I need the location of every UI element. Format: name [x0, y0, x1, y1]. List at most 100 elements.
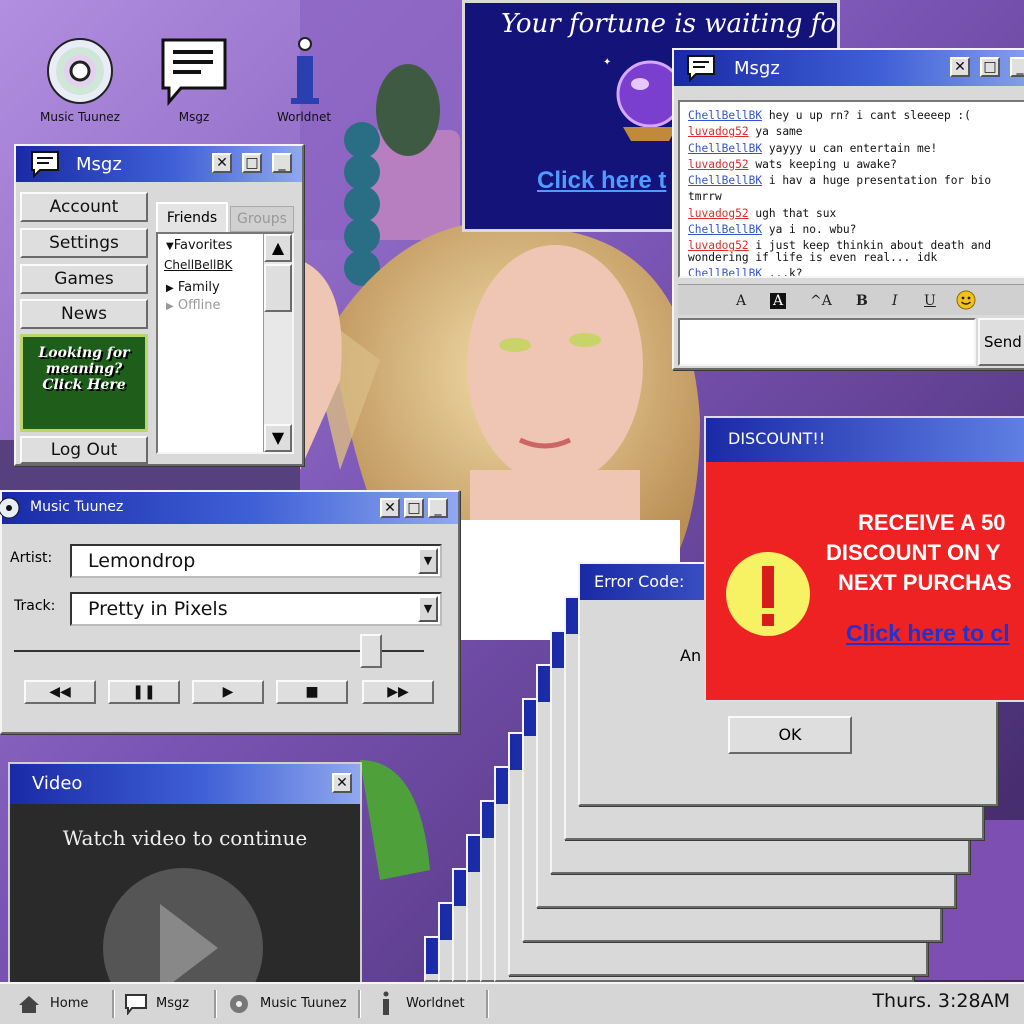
close-button[interactable]: ✕ — [380, 498, 400, 518]
minimize-button[interactable]: _ — [1010, 57, 1024, 77]
chat-message: luvadog52 i just keep thinkin about deat… — [688, 240, 1024, 264]
tree-node-favorites[interactable]: ▼Favorites — [166, 238, 232, 253]
track-value: Pretty in Pixels — [88, 598, 228, 620]
fortune-cta-link[interactable]: Click here t — [537, 167, 666, 195]
chat-message: luvadog52 ugh that sux — [688, 206, 1024, 222]
minimize-button[interactable]: _ — [428, 498, 448, 518]
error-text: An — [680, 646, 702, 665]
chat-message: luvadog52 ya same — [688, 124, 1024, 140]
message-icon — [125, 994, 147, 1015]
track-select[interactable]: Pretty in Pixels ▼ — [70, 592, 442, 626]
title-bar[interactable]: Music Tuunez ✕ □ _ — [0, 492, 458, 524]
font-size-button[interactable]: A — [736, 293, 746, 309]
close-button[interactable]: ✕ — [212, 153, 232, 173]
screen-name: luvadog52 — [688, 157, 749, 171]
window-title: Msgz — [76, 154, 122, 175]
scroll-up-arrow[interactable]: ▲ — [264, 234, 292, 262]
stop-button[interactable]: ■ — [276, 680, 348, 704]
taskbar-label: Msgz — [156, 996, 190, 1011]
taskbar-home[interactable]: Home — [14, 988, 114, 1020]
message-input[interactable] — [678, 318, 976, 366]
window-title: Error Code: — [594, 572, 685, 591]
tree-node-offline[interactable]: ▶ Offline — [166, 298, 221, 313]
underline-button[interactable]: U — [924, 293, 936, 309]
taskbar: Home Msgz Music Tuunez Worldnet Thurs. 3… — [0, 982, 1024, 1024]
rewind-button[interactable]: ◀◀ — [24, 680, 96, 704]
tree-node-family[interactable]: ▶ Family — [166, 280, 220, 295]
taskbar-label: Home — [50, 996, 89, 1011]
disc-icon — [230, 995, 248, 1013]
minimize-button[interactable]: _ — [272, 153, 292, 173]
news-button[interactable]: News — [20, 299, 148, 329]
msgz-chat-window: Msgz ✕ □ _ ChellBellBK hey u up rn? i ca… — [672, 48, 1024, 370]
home-icon — [19, 996, 39, 1013]
ad-text: Looking for meaning? Click Here — [38, 345, 130, 393]
discount-line: NEXT PURCHAS — [838, 570, 1012, 595]
scroll-thumb[interactable] — [264, 264, 292, 312]
message-text: ugh that sux — [755, 206, 837, 220]
warning-icon — [726, 552, 810, 636]
account-button[interactable]: Account — [20, 192, 148, 222]
chevron-down-icon[interactable]: ▼ — [418, 596, 438, 622]
maximize-button[interactable]: □ — [404, 498, 424, 518]
taskbar-msgz[interactable]: Msgz — [120, 988, 216, 1020]
play-button[interactable]: ▶ — [192, 680, 264, 704]
desktop: Music Tuunez Msgz Worldnet Msgz ✕ □ _ Ac… — [0, 0, 1024, 1024]
scroll-down-arrow[interactable]: ▼ — [264, 424, 292, 452]
taskbar-music-tuunez[interactable]: Music Tuunez — [224, 988, 360, 1020]
games-button[interactable]: Games — [20, 264, 148, 294]
artist-value: Lemondrop — [88, 550, 196, 572]
logout-button[interactable]: Log Out — [20, 436, 148, 464]
tab-friends[interactable]: Friends — [156, 202, 228, 232]
message-text: ya i no. wbu? — [768, 223, 857, 237]
message-text: ya same — [755, 125, 803, 139]
discount-link[interactable]: Click here to cl — [846, 620, 1010, 647]
ok-button[interactable]: OK — [728, 716, 852, 754]
chat-message: ChellBellBK yayyy u can entertain me! — [688, 141, 1024, 157]
send-button[interactable]: Send — [978, 318, 1024, 366]
scrollbar[interactable]: ▲ ▼ — [263, 234, 292, 452]
window-title: DISCOUNT!! — [728, 429, 826, 448]
settings-button[interactable]: Settings — [20, 228, 148, 258]
buddy-list: ▼Favorites ChellBellBK ▶ Family ▶ Offlin… — [156, 232, 294, 454]
superscript-button[interactable]: ^A — [810, 293, 832, 309]
title-bar[interactable]: Msgz ✕ □ _ — [674, 50, 1024, 86]
buddy-chellbellbk[interactable]: ChellBellBK — [164, 258, 232, 272]
title-bar[interactable]: Msgz ✕ □ _ — [16, 146, 302, 182]
meaning-ad-banner[interactable]: Looking for meaning? Click Here — [20, 334, 148, 432]
video-message: Watch video to continue — [62, 826, 308, 850]
track-label: Track: — [14, 598, 56, 614]
title-bar[interactable]: DISCOUNT!! — [706, 418, 1024, 462]
title-bar[interactable]: Video ✕ — [10, 764, 360, 804]
info-i-icon — [383, 991, 389, 1015]
chevron-right-icon: ▶ — [166, 283, 174, 294]
maximize-button[interactable]: □ — [980, 57, 1000, 77]
taskbar-worldnet[interactable]: Worldnet — [372, 988, 488, 1020]
maximize-button[interactable]: □ — [242, 153, 262, 173]
artist-select[interactable]: Lemondrop ▼ — [70, 544, 442, 578]
discount-line: DISCOUNT ON Y — [826, 540, 1001, 565]
screen-name: ChellBellBK — [688, 223, 763, 237]
bold-button[interactable]: B — [856, 293, 868, 309]
pause-button[interactable]: ❚❚ — [108, 680, 180, 704]
close-button[interactable]: ✕ — [950, 57, 970, 77]
message-text: hey u up rn? i cant sleeeep :( — [768, 109, 971, 122]
close-button[interactable]: ✕ — [332, 773, 352, 793]
desktop-icon-label: Worldnet — [276, 110, 332, 124]
chat-message: ChellBellBK hey u up rn? i cant sleeeep … — [688, 108, 1024, 124]
desktop-icon-label: Msgz — [178, 110, 210, 124]
chevron-down-icon[interactable]: ▼ — [418, 548, 438, 574]
screen-name: ChellBellBK — [688, 267, 763, 278]
message-icon — [31, 151, 59, 178]
divider — [112, 990, 114, 1018]
taskbar-clock: Thurs. 3:28AM — [872, 990, 1010, 1012]
fast-forward-button[interactable]: ▶▶ — [362, 680, 434, 704]
seek-thumb[interactable] — [359, 634, 382, 668]
play-icon[interactable] — [98, 866, 268, 996]
italic-button[interactable]: I — [892, 293, 898, 309]
tab-groups[interactable]: Groups — [230, 206, 294, 232]
smiley-icon[interactable] — [956, 290, 976, 310]
chevron-down-icon: ▼ — [166, 241, 174, 252]
fortune-headline: Your fortune is waiting for you — [501, 9, 837, 39]
highlight-button[interactable]: A — [770, 293, 787, 309]
